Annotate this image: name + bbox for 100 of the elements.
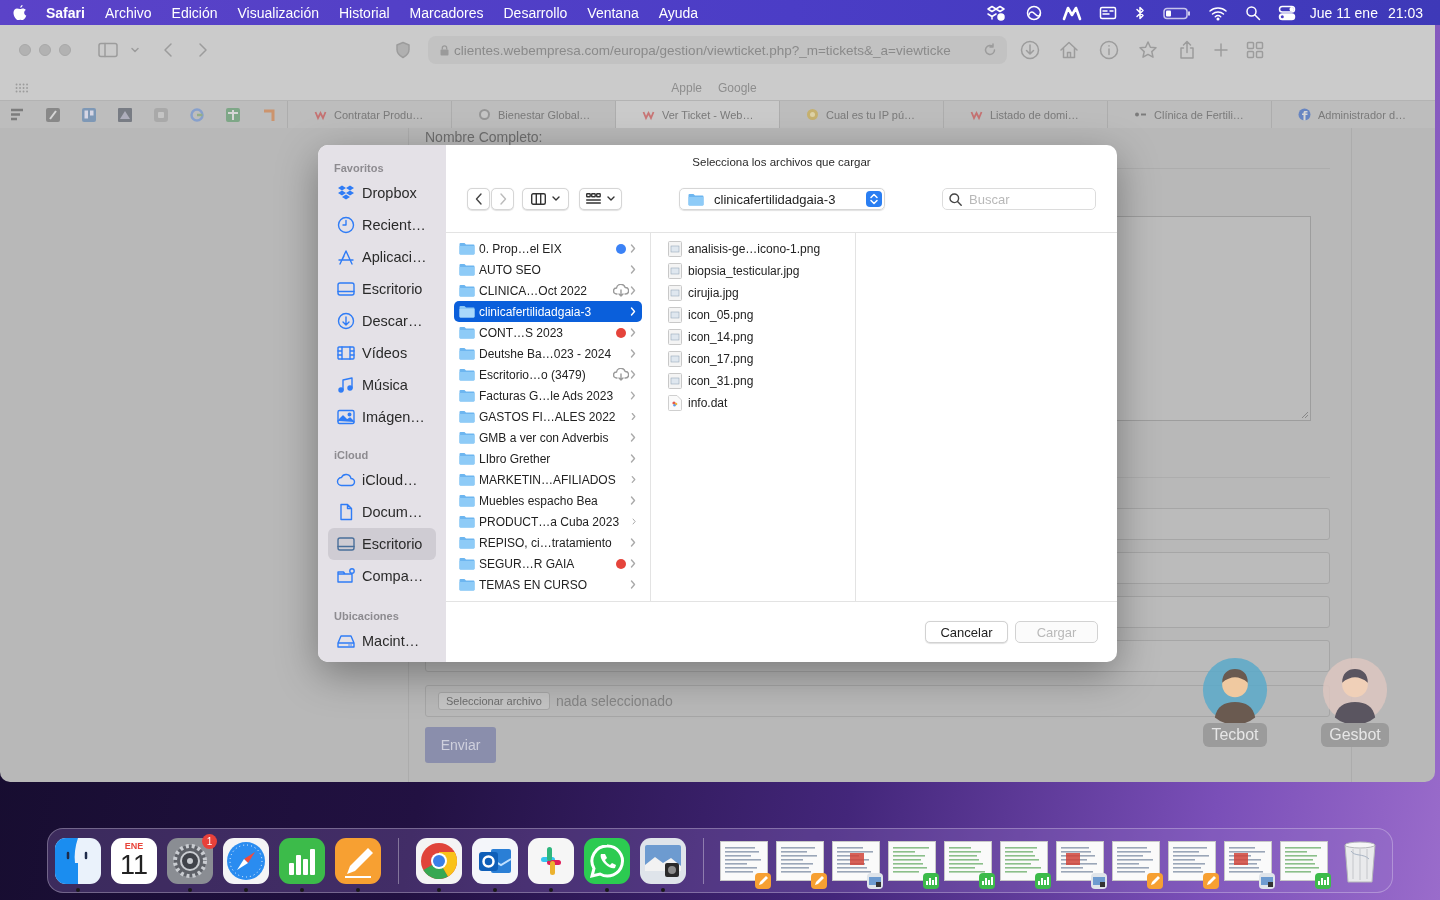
menubar-clock[interactable]: 21:03 (1387, 4, 1423, 21)
window-thumbnail[interactable] (776, 840, 824, 881)
chevron-down-icon (607, 196, 615, 202)
boxes-icon[interactable] (985, 4, 1006, 21)
file-row[interactable]: analisis-ge…icono-1.png (651, 238, 855, 260)
window-thumbnail[interactable] (1000, 840, 1048, 881)
menu-item[interactable]: Historial (339, 4, 390, 21)
bar-chart-icon[interactable] (278, 836, 326, 885)
sidebar-item[interactable]: Música (328, 369, 436, 401)
dots-grid-icon[interactable] (15, 82, 29, 93)
window-thumbnail[interactable] (1112, 840, 1160, 881)
back-button[interactable] (467, 188, 490, 210)
menu-item[interactable]: Ventana (587, 4, 639, 21)
cloud-download-icon[interactable] (613, 284, 629, 297)
folder-row[interactable]: MARKETIN…AFILIADOS (454, 469, 642, 490)
pinwheel-icon[interactable] (527, 836, 575, 885)
file-row[interactable]: icon_05.png (651, 304, 855, 326)
folder-row[interactable]: REPISO, ci…tratamiento (454, 532, 642, 553)
folder-row[interactable]: Muebles espacho Bea (454, 490, 642, 511)
columns-icon (531, 193, 546, 205)
folder-row[interactable]: Deutshe Ba…023 - 2024 (454, 343, 642, 364)
folder-icon (459, 515, 475, 528)
sidebar-item[interactable]: Imágen… (328, 401, 436, 433)
menubar-date[interactable]: Jue 11 ene (1309, 4, 1378, 21)
sidebar-item[interactable]: Aplicaci… (328, 241, 436, 273)
location-popup[interactable]: clinicafertilidadgaia-3 (679, 188, 885, 210)
menu-item[interactable]: Edición (171, 4, 218, 21)
zigzag-icon[interactable] (1061, 4, 1082, 21)
folder-row[interactable]: SEGUR…R GAIA (454, 553, 642, 574)
avatar-figure[interactable] (1322, 657, 1388, 723)
sidebar-item[interactable]: Compa… (328, 560, 436, 592)
window-thumbnail[interactable] (1224, 840, 1272, 881)
app-menu[interactable]: Safari (46, 4, 85, 21)
window-thumbnail[interactable] (944, 840, 992, 881)
window-thumbnail[interactable] (888, 840, 936, 881)
file-row[interactable]: biopsia_testicular.jpg (651, 260, 855, 282)
folder-row[interactable]: CLINICA…Oct 2022 (454, 280, 642, 301)
music-note-icon (336, 375, 356, 395)
phone-bubble-icon[interactable] (583, 836, 631, 885)
folder-row[interactable]: LIbro Grether (454, 448, 642, 469)
star-icon[interactable] (1138, 40, 1158, 60)
folder-row[interactable]: Escritorio…o (3479) (454, 364, 642, 385)
sidebar-item[interactable]: Escritorio (328, 273, 436, 305)
folder-row[interactable]: clinicafertilidadgaia-3 (454, 301, 642, 322)
film-icon (336, 343, 356, 363)
folder-row[interactable]: Facturas G…le Ads 2023 (454, 385, 642, 406)
sidebar-item[interactable]: Descar… (328, 305, 436, 337)
sidebar-item[interactable]: iCloud… (328, 464, 436, 496)
folder-row[interactable]: GMB a ver con Adverbis (454, 427, 642, 448)
card-icon[interactable] (1098, 4, 1117, 21)
pen-icon[interactable] (334, 836, 382, 885)
resize-handle-icon[interactable] (1301, 411, 1309, 419)
view-mode-button[interactable] (522, 188, 569, 210)
sidebar-item[interactable]: Vídeos (328, 337, 436, 369)
file-row[interactable]: icon_17.png (651, 348, 855, 370)
window-thumbnail[interactable] (1056, 840, 1104, 881)
cloud-download-icon[interactable] (613, 368, 629, 381)
menu-item[interactable]: Marcadores (409, 4, 484, 21)
folder-row[interactable]: AUTO SEO (454, 259, 642, 280)
window-thumbnail[interactable] (832, 840, 880, 881)
folder-row[interactable]: 0. Prop…el EIX (454, 238, 642, 259)
folder-row[interactable]: GASTOS FI…ALES 2022 (454, 406, 642, 427)
avatar-figure[interactable] (1202, 657, 1268, 723)
window-thumbnail[interactable] (720, 840, 768, 881)
sidebar-item[interactable]: Macint… (328, 625, 436, 657)
folder-row[interactable]: PRODUCT…a Cuba 2023 (454, 511, 642, 532)
folder-row[interactable]: CONT…S 2023 (454, 322, 642, 343)
menu-item[interactable]: Desarrollo (503, 4, 568, 21)
menu-item[interactable]: Ayuda (658, 4, 699, 21)
sidebar-item[interactable]: Docum… (328, 496, 436, 528)
search-icon[interactable] (1244, 4, 1261, 21)
window-thumbnail[interactable] (1168, 840, 1216, 881)
gear-icon[interactable] (166, 836, 214, 885)
sidebar-item[interactable]: Escritorio (328, 528, 436, 560)
mail-icon[interactable] (471, 836, 519, 885)
calendar-icon[interactable]: ENE 11 (111, 837, 157, 884)
file-row[interactable]: icon_14.png (651, 326, 855, 348)
sidebar-item[interactable]: Recient… (328, 209, 436, 241)
sidebar-item[interactable]: Dropbox (328, 177, 436, 209)
file-row[interactable]: cirujia.jpg (651, 282, 855, 304)
two-tone-square-icon[interactable] (54, 836, 102, 885)
group-button[interactable] (579, 188, 622, 210)
menu-item[interactable]: Visualización (237, 4, 319, 21)
toggle-icon[interactable] (1277, 4, 1296, 21)
file-row[interactable]: info.dat (651, 392, 855, 414)
apple-icon[interactable] (13, 4, 27, 21)
dialog-button[interactable]: Cancelar (925, 621, 1008, 643)
window-thumbnail[interactable] (1280, 840, 1328, 881)
photo-icon[interactable] (639, 836, 687, 885)
folder-row[interactable]: TEMAS EN CURSO (454, 574, 642, 595)
chevron-right-icon (630, 412, 636, 421)
file-row[interactable]: icon_31.png (651, 370, 855, 392)
compass-icon[interactable] (222, 836, 270, 885)
wifi-icon[interactable] (1207, 4, 1228, 21)
ring-icon[interactable] (415, 836, 463, 885)
bluetooth-icon[interactable] (1133, 4, 1146, 21)
folder-icon (459, 347, 475, 360)
menu-item[interactable]: Archivo (104, 4, 152, 21)
display-icon (336, 534, 356, 554)
search-field[interactable]: Buscar (942, 188, 1096, 210)
